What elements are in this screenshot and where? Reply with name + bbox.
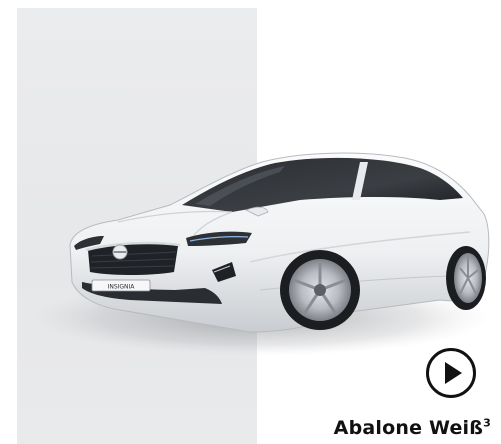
color-name-text: Abalone Weiß <box>333 417 484 439</box>
play-video-button[interactable] <box>425 347 477 399</box>
vehicle-color-view: INSIGNIA Abalone Weiß3 <box>0 0 501 444</box>
footnote-marker[interactable]: 3 <box>483 417 491 430</box>
play-triangle-icon <box>445 362 462 384</box>
plate-text: INSIGNIA <box>108 284 136 291</box>
color-name-label: Abalone Weiß3 <box>334 417 491 439</box>
